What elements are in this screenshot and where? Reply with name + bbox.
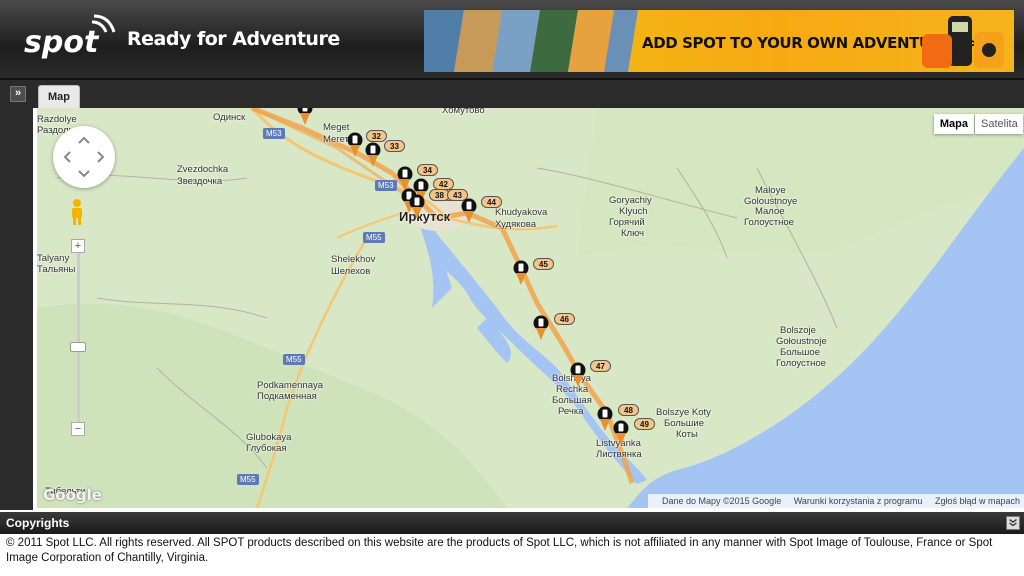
side-strip xyxy=(0,80,33,510)
zoom-in-button[interactable]: + xyxy=(71,239,85,253)
map-data-credit: Dane do Mapy ©2015 Google xyxy=(661,496,782,506)
track-pin-icon[interactable] xyxy=(570,362,586,388)
spot-logo[interactable]: spot xyxy=(22,14,122,64)
road-shield: M55 xyxy=(237,474,259,485)
track-point-badge[interactable]: 34 xyxy=(417,164,438,176)
label-maloye-ru: Малое xyxy=(755,206,785,217)
track-pin-icon[interactable] xyxy=(297,108,313,126)
label-podkamennaya: Podkamennaya xyxy=(257,380,324,391)
label-meget: Meget xyxy=(323,122,350,133)
label-listvyanka-ru: Листвянка xyxy=(596,449,642,460)
label-khomutovo: Хомутово xyxy=(442,108,485,116)
label-bolsoje-ru: Большое xyxy=(780,347,820,358)
label-podkamennaya-ru: Подкаменная xyxy=(257,391,317,402)
chevron-down-icon[interactable] xyxy=(1006,516,1020,530)
track-point-badge[interactable]: 32 xyxy=(366,130,387,142)
tab-map[interactable]: Map xyxy=(38,85,80,108)
terms-link[interactable]: Warunki korzystania z programu xyxy=(794,496,923,506)
label-shelekhov-ru: Шелехов xyxy=(331,266,371,277)
road-shield: M55 xyxy=(363,232,385,243)
track-point-badge[interactable]: 33 xyxy=(384,140,405,152)
map-type-map-button[interactable]: Mapa xyxy=(933,114,974,134)
zoom-slider-track[interactable] xyxy=(77,248,80,428)
label-odinsk: Одинск xyxy=(213,112,246,123)
track-pin-icon[interactable] xyxy=(461,198,477,224)
label-talyany: Talyany xyxy=(37,253,70,264)
label-bolsoje: Bolszoje xyxy=(780,325,816,336)
track-point-badge[interactable]: 48 xyxy=(618,404,639,416)
track-point-badge[interactable]: 44 xyxy=(481,196,502,208)
tagline: Ready for Adventure xyxy=(127,28,340,50)
label-goloustnoje-ru: Голоустное xyxy=(776,358,826,369)
track-pin-icon[interactable] xyxy=(513,260,529,286)
svg-text:spot: spot xyxy=(24,25,100,60)
track-point-badge[interactable]: 47 xyxy=(590,360,611,372)
label-bolsye-koty-ru: Большие xyxy=(664,418,705,429)
label-bolshaya-ru: Большая xyxy=(552,395,592,406)
track-pin-icon[interactable] xyxy=(365,142,381,168)
label-glubokaya-ru: Глубокая xyxy=(246,443,287,454)
copyrights-heading: Copyrights xyxy=(0,512,1024,534)
device-images xyxy=(922,16,1004,68)
label-rechka-ru: Речка xyxy=(558,406,584,417)
pegman-icon[interactable] xyxy=(69,198,85,226)
double-chevron-right-icon[interactable]: » xyxy=(10,86,26,102)
label-goloustnoje: Gołoustnoje xyxy=(776,336,827,347)
label-khudyakova-ru: Худякова xyxy=(495,219,537,230)
label-goryachiy-ru: Горячий xyxy=(609,217,645,228)
tab-bar xyxy=(33,80,1024,108)
label-khudyakova: Khudyakova xyxy=(495,207,548,218)
label-zvezdochka-ru: Звездочка xyxy=(177,176,223,187)
label-razdolye: Razdolye xyxy=(37,114,77,125)
road-shield: M55 xyxy=(283,354,305,365)
label-talyany-ru: Тальяны xyxy=(37,264,76,275)
banner-photos xyxy=(424,10,638,72)
track-pin-icon[interactable] xyxy=(533,315,549,341)
map-view[interactable]: Razdolye Раздолье Одинск Meget Мегет Хом… xyxy=(37,108,1024,508)
track-pin-icon[interactable] xyxy=(409,194,425,220)
label-koty-ru: Коты xyxy=(676,429,698,440)
label-glubokaya: Glubokaya xyxy=(246,432,292,443)
pan-control-icon[interactable] xyxy=(53,126,115,188)
label-shelekhov: Shelekhov xyxy=(331,254,376,265)
track-pin-icon[interactable] xyxy=(347,132,363,158)
track-point-badge[interactable]: 46 xyxy=(554,313,575,325)
label-klyuch-ru: Ключ xyxy=(621,228,644,239)
label-bolsye-koty: Bolszye Koty xyxy=(656,407,711,418)
promo-banner[interactable]: ADD SPOT TO YOUR OWN ADVENTURES >> xyxy=(424,10,1014,72)
road-shield: M53 xyxy=(263,128,285,139)
label-goloustnoye-ru: Голоустное xyxy=(744,217,794,228)
label-meget-ru: Мегет xyxy=(323,134,349,145)
map-attribution: Dane do Mapy ©2015 Google Warunki korzys… xyxy=(647,494,1024,508)
site-header: spot Ready for Adventure ADD SPOT TO YOU… xyxy=(0,0,1024,80)
label-klyuch: Klyuch xyxy=(619,206,648,217)
label-goryachiy: Goryachiy xyxy=(609,195,652,206)
track-point-badge[interactable]: 45 xyxy=(533,258,554,270)
track-point-badge[interactable]: 49 xyxy=(634,418,655,430)
report-error-link[interactable]: Zgłoś błąd w mapach xyxy=(935,496,1020,506)
google-logo[interactable]: Google xyxy=(43,486,102,504)
track-pin-icon[interactable] xyxy=(613,420,629,446)
track-pin-icon[interactable] xyxy=(597,406,613,432)
label-maloye: Maloye xyxy=(755,185,786,196)
zoom-out-button[interactable]: − xyxy=(71,422,85,436)
zoom-slider-handle[interactable] xyxy=(70,342,86,352)
map-type-satellite-button[interactable]: Satelita xyxy=(975,114,1023,134)
copyright-text: © 2011 Spot LLC. All rights reserved. Al… xyxy=(6,537,993,564)
label-zvezdochka: Zvezdochka xyxy=(177,164,229,175)
road-shield: M53 xyxy=(375,180,397,191)
